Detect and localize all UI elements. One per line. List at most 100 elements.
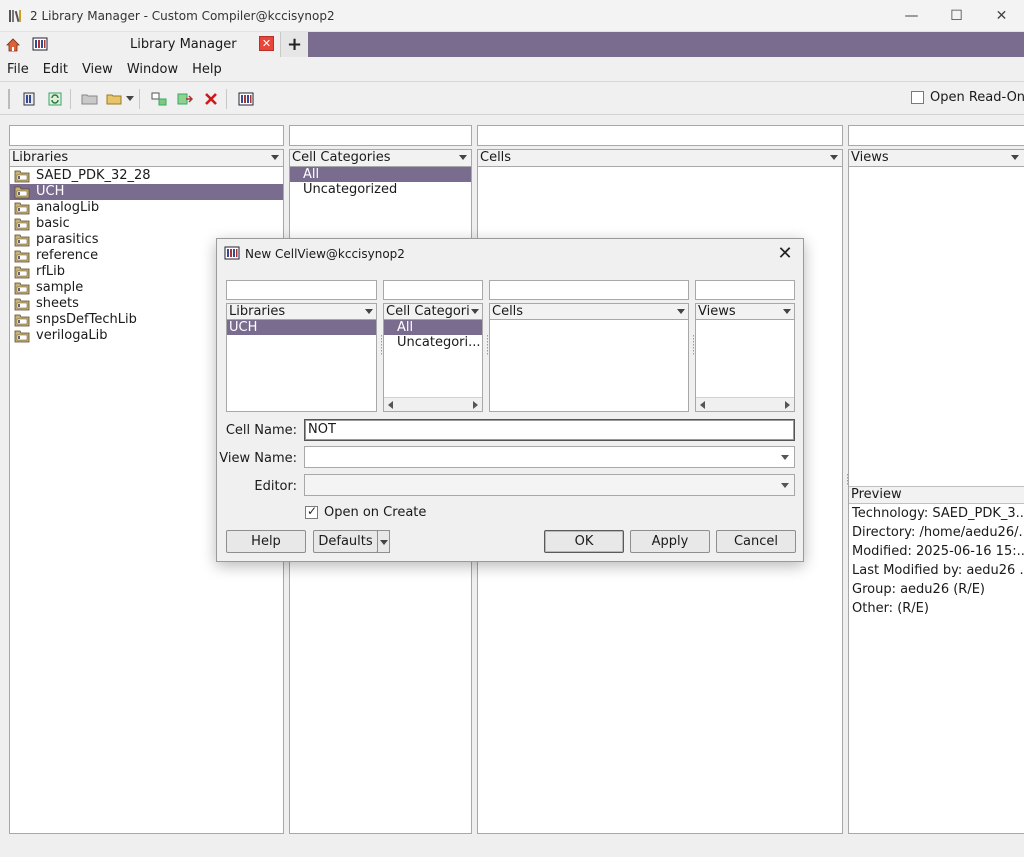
editor-label: Editor: — [254, 479, 297, 494]
new-library-button[interactable] — [18, 88, 40, 110]
move-button[interactable] — [174, 88, 196, 110]
categories-list: All Uncategorized — [290, 167, 471, 197]
cell-name-label: Cell Name: — [225, 423, 297, 438]
minimize-button[interactable]: — — [889, 0, 934, 32]
preview-line: Technology: SAED_PDK_3... — [852, 506, 1024, 521]
open-folder-button[interactable] — [79, 88, 101, 110]
chevron-down-icon[interactable] — [776, 447, 794, 467]
refresh-button[interactable] — [44, 88, 66, 110]
libraries-header[interactable]: Libraries — [9, 149, 284, 167]
folder-icon — [14, 218, 30, 231]
tab-library-manager[interactable]: Library Manager ✕ — [26, 32, 280, 57]
categories-filter-input[interactable] — [289, 125, 472, 146]
category-item[interactable]: All — [290, 167, 471, 182]
copy-icon — [151, 92, 167, 105]
library-item[interactable]: SAED_PDK_32_28 — [10, 168, 283, 184]
dialog-categories-filter[interactable] — [383, 280, 483, 300]
maximize-button[interactable]: ☐ — [934, 0, 979, 32]
help-button[interactable]: Help — [226, 530, 306, 553]
dialog-cells-header[interactable]: Cells — [489, 303, 689, 320]
library-item-label: SAED_PDK_32_28 — [36, 168, 151, 183]
menu-window[interactable]: Window — [120, 62, 185, 77]
preview-line: Directory: /home/aedu26/... — [852, 525, 1024, 540]
chevron-down-icon — [677, 309, 685, 314]
categories-header[interactable]: Cell Categories — [289, 149, 472, 167]
cancel-button[interactable]: Cancel — [716, 530, 796, 553]
scroll-right-icon[interactable] — [785, 401, 790, 409]
dialog-categories-header[interactable]: Cell Categories — [383, 303, 483, 320]
library-item[interactable]: UCH — [10, 184, 283, 200]
chevron-down-icon[interactable] — [776, 475, 794, 495]
dialog-views-filter[interactable] — [695, 280, 795, 300]
chevron-down-icon — [471, 309, 479, 314]
chevron-down-icon — [271, 155, 279, 160]
scroll-left-icon[interactable] — [388, 401, 393, 409]
dialog-views-header[interactable]: Views — [695, 303, 795, 320]
dialog-libraries-header[interactable]: Libraries — [226, 303, 377, 320]
open-folder-menu-button[interactable] — [105, 88, 135, 110]
new-cellview-dialog: New CellView@kccisynop2 ✕ Libraries Cell… — [216, 238, 804, 562]
dialog-category-item[interactable]: All — [384, 320, 482, 335]
dialog-library-item[interactable]: UCH — [227, 320, 376, 335]
scroll-left-icon[interactable] — [700, 401, 705, 409]
editor-combobox[interactable] — [304, 474, 795, 496]
cells-header[interactable]: Cells — [477, 149, 843, 167]
views-header[interactable]: Views — [848, 149, 1024, 167]
splitter-handle[interactable] — [486, 335, 489, 355]
dialog-close-icon[interactable]: ✕ — [775, 244, 795, 264]
category-item-label: All — [303, 166, 320, 182]
dialog-cells-filter[interactable] — [489, 280, 689, 300]
menu-file[interactable]: File — [0, 62, 36, 77]
open-on-create-option[interactable]: Open on Create — [305, 504, 426, 520]
view-name-combobox[interactable] — [304, 446, 795, 468]
views-horizontal-scrollbar[interactable] — [696, 397, 794, 411]
menu-edit[interactable]: Edit — [36, 62, 75, 77]
library-app-icon — [6, 6, 26, 26]
library-item[interactable]: analogLib — [10, 200, 283, 216]
library-manager-icon — [224, 245, 240, 264]
categories-horizontal-scrollbar[interactable] — [384, 397, 482, 411]
library-item-label: rfLib — [36, 264, 66, 279]
menu-help[interactable]: Help — [185, 62, 229, 77]
dialog-cells-list — [489, 320, 689, 412]
library-item-label: sample — [36, 280, 84, 295]
ok-button[interactable]: OK — [544, 530, 624, 553]
folder-icon — [14, 314, 30, 327]
cells-filter-input[interactable] — [477, 125, 843, 146]
category-item[interactable]: Uncategorized — [290, 182, 471, 197]
splitter-handle[interactable] — [846, 474, 849, 486]
home-tab[interactable] — [0, 32, 26, 57]
scroll-right-icon[interactable] — [473, 401, 478, 409]
library-view-button[interactable] — [235, 88, 257, 110]
splitter-handle[interactable] — [380, 335, 383, 355]
folder-icon — [14, 330, 30, 343]
open-readonly-checkbox[interactable] — [911, 91, 924, 104]
library-item-label: parasitics — [36, 232, 99, 247]
copy-button[interactable] — [148, 88, 170, 110]
library-icon — [238, 92, 254, 105]
apply-button[interactable]: Apply — [630, 530, 710, 553]
library-item-label: reference — [36, 248, 99, 263]
add-tab-button[interactable]: + — [280, 32, 308, 57]
dialog-category-item[interactable]: Uncategori... — [384, 335, 482, 350]
defaults-menu-button[interactable] — [377, 530, 390, 553]
open-readonly-option[interactable]: Open Read-Only — [911, 90, 1024, 105]
libraries-filter-input[interactable] — [9, 125, 284, 146]
folder-icon — [14, 234, 30, 247]
folder-icon — [14, 170, 30, 183]
splitter-handle[interactable] — [692, 335, 695, 355]
views-filter-input[interactable] — [848, 125, 1024, 146]
close-tab-icon[interactable]: ✕ — [259, 36, 274, 51]
close-window-button[interactable]: ✕ — [979, 0, 1024, 32]
open-on-create-checkbox[interactable] — [305, 504, 318, 519]
library-item-label: analogLib — [36, 200, 100, 215]
refresh-icon — [48, 92, 62, 105]
delete-button[interactable] — [200, 88, 222, 110]
cell-name-input[interactable]: NOT — [304, 419, 795, 441]
category-item-label: Uncategorized — [303, 181, 398, 197]
defaults-button[interactable]: Defaults — [313, 530, 378, 553]
library-item[interactable]: basic — [10, 216, 283, 232]
dialog-libraries-filter[interactable] — [226, 280, 377, 300]
library-item-label: UCH — [36, 184, 65, 199]
menu-view[interactable]: View — [75, 62, 120, 77]
